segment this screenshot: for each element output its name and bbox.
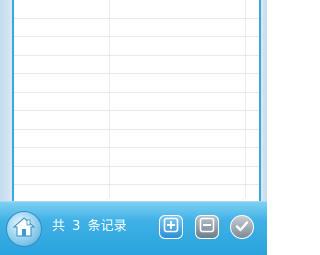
minus-square-icon (199, 217, 215, 237)
record-prefix: 共 (52, 219, 66, 234)
grid-row-line (14, 55, 259, 56)
remove-record-button[interactable] (195, 215, 219, 239)
grid-column-divider (245, 0, 246, 198)
record-count: 3 (72, 219, 81, 234)
grid-row-line (14, 92, 259, 93)
grid-row-line (14, 147, 259, 148)
grid-row-line (14, 166, 259, 167)
bottom-toolbar: 共 3 条记录 (0, 201, 267, 255)
confirm-button[interactable] (230, 215, 254, 239)
grid-row-line (14, 73, 259, 74)
record-count-text: 共 3 条记录 (52, 218, 127, 236)
data-grid (14, 0, 259, 198)
grid-row-line (14, 18, 259, 19)
check-icon (235, 218, 249, 237)
home-button[interactable] (6, 211, 42, 247)
record-suffix: 条记录 (87, 219, 127, 234)
grid-row-line (14, 129, 259, 130)
left-frame-border (0, 0, 14, 201)
add-record-button[interactable] (159, 215, 183, 239)
grid-row-line (14, 36, 259, 37)
plus-square-icon (163, 217, 179, 237)
grid-column-divider (109, 0, 110, 198)
grid-row-line (14, 110, 259, 111)
grid-row-line (14, 184, 259, 185)
right-frame-border (259, 0, 267, 201)
home-icon (12, 216, 36, 242)
